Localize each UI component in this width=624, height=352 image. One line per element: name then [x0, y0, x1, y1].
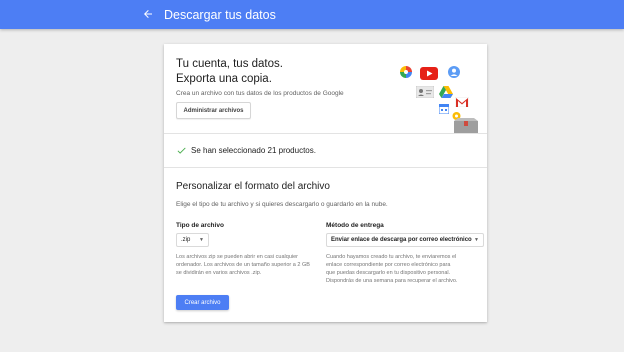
- help-line: Cuando hayamos creado tu archivo, te env…: [326, 254, 457, 260]
- delivery-method-help: Cuando hayamos creado tu archivo, te env…: [326, 253, 484, 285]
- intro-subtext: Crea un archivo con tus datos de los pro…: [176, 90, 344, 97]
- create-archive-button[interactable]: Crear archivo: [176, 295, 229, 310]
- drive-icon: [439, 86, 453, 98]
- box-icon: [454, 118, 478, 134]
- contacts-icon: [416, 86, 434, 98]
- profile-icon: [448, 66, 460, 78]
- divider: [164, 167, 487, 168]
- delivery-method-select[interactable]: Enviar enlace de descarga por correo ele…: [326, 233, 484, 247]
- intro-headline: Tu cuenta, tus datos. Exporta una copia.: [176, 57, 283, 86]
- delivery-method-value: Enviar enlace de descarga por correo ele…: [331, 237, 472, 243]
- help-line: ordenador. Los archivos de un tamaño sup…: [176, 262, 310, 268]
- app-bar: Descargar tus datos: [0, 0, 624, 29]
- gmail-icon: [455, 97, 469, 107]
- headline-line-1: Tu cuenta, tus datos.: [176, 58, 283, 70]
- arrow-back-icon: [144, 10, 152, 18]
- help-line: Los archivos zip se pueden abrir en casi…: [176, 254, 298, 260]
- headline-line-2: Exporta una copia.: [176, 72, 272, 85]
- format-title: Personalizar el formato del archivo: [176, 181, 330, 192]
- file-type-help: Los archivos zip se pueden abrir en casi…: [176, 253, 316, 277]
- products-illustration: [394, 64, 484, 134]
- check-icon: [177, 147, 186, 154]
- photos-icon: [400, 66, 412, 78]
- calendar-icon: [439, 104, 449, 114]
- help-line: se dividirán en varios archivos .zip.: [176, 270, 262, 276]
- file-type-select[interactable]: .zip ▼: [176, 233, 209, 247]
- manage-archives-button[interactable]: Administrar archivos: [176, 102, 251, 119]
- youtube-icon: [420, 67, 438, 80]
- help-line: enlace correspondiente por correo electr…: [326, 262, 451, 268]
- selection-status: Se han seleccionado 21 productos.: [191, 146, 316, 155]
- dropdown-caret-icon: ▼: [474, 237, 479, 243]
- help-line: que puedas descargarlo en tu dispositivo…: [326, 270, 451, 276]
- format-description: Elige el tipo de tu archivo y si quieres…: [176, 201, 388, 208]
- divider: [164, 133, 487, 134]
- delivery-method-label: Método de entrega: [326, 222, 384, 229]
- file-type-label: Tipo de archivo: [176, 222, 224, 229]
- file-type-value: .zip: [181, 237, 191, 243]
- help-line: Dispondrás de una semana para recuperar …: [326, 278, 458, 284]
- back-button[interactable]: [139, 5, 157, 23]
- takeout-card: Tu cuenta, tus datos. Exporta una copia.…: [164, 44, 487, 322]
- dropdown-caret-icon: ▼: [199, 237, 204, 243]
- intro-section: Tu cuenta, tus datos. Exporta una copia.…: [164, 44, 487, 134]
- page-title: Descargar tus datos: [164, 8, 276, 22]
